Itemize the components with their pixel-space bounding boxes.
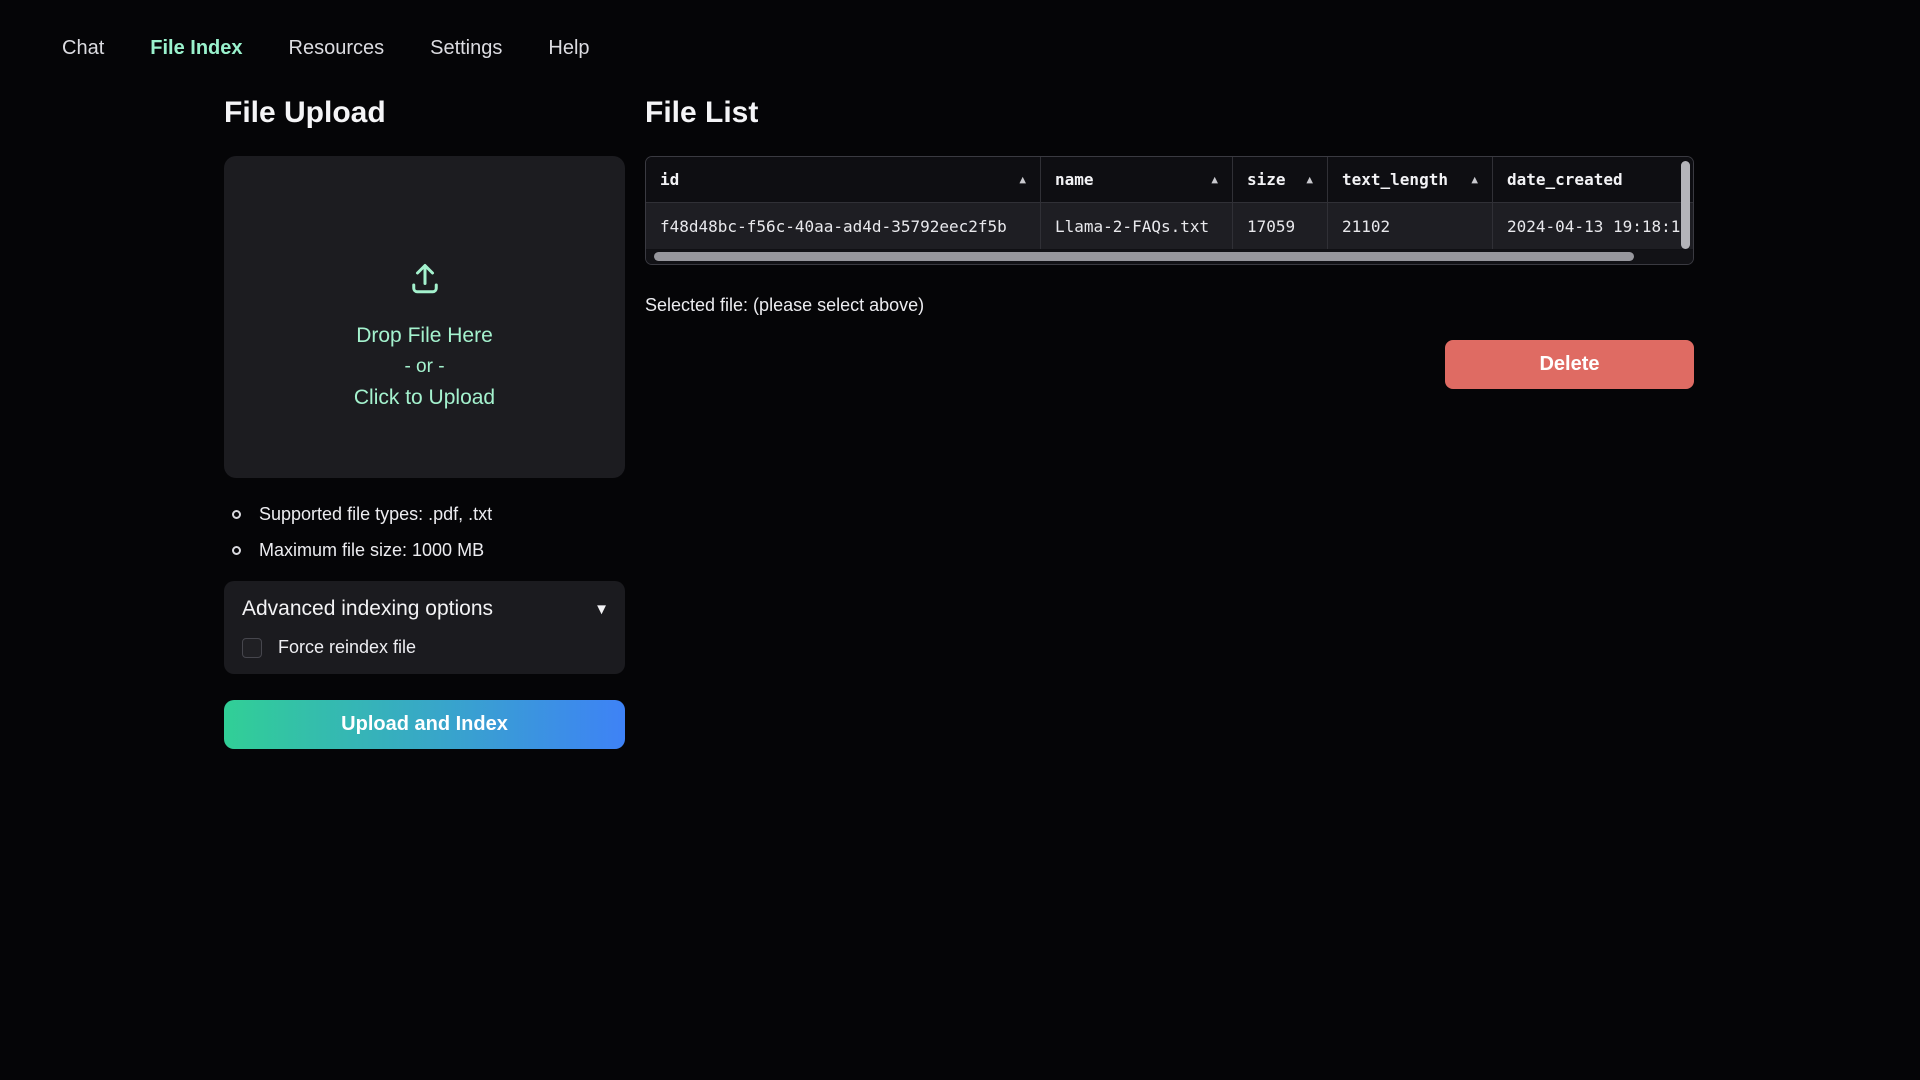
- sort-arrow-icon[interactable]: ▲: [1211, 173, 1218, 186]
- accordion-header[interactable]: Advanced indexing options ▼: [242, 597, 609, 621]
- note-supported-types: Supported file types: .pdf, .txt: [232, 504, 625, 525]
- delete-button[interactable]: Delete: [1445, 340, 1694, 389]
- upload-icon: [407, 261, 443, 302]
- column-header-id[interactable]: id ▲: [646, 157, 1041, 202]
- force-reindex-label: Force reindex file: [278, 637, 416, 658]
- column-label: size: [1247, 170, 1286, 189]
- column-header-size[interactable]: size ▲: [1233, 157, 1328, 202]
- dropzone-text-drop: Drop File Here: [356, 320, 493, 352]
- tab-file-index[interactable]: File Index: [150, 37, 242, 60]
- column-label: name: [1055, 170, 1094, 189]
- cell-date-created[interactable]: 2024-04-13 19:18:1: [1493, 203, 1693, 249]
- top-nav: Chat File Index Resources Settings Help: [0, 0, 1920, 70]
- advanced-options-accordion: Advanced indexing options ▼ Force reinde…: [224, 581, 625, 674]
- note-text: Maximum file size: 1000 MB: [259, 540, 484, 561]
- tab-help[interactable]: Help: [548, 37, 589, 60]
- cell-size[interactable]: 17059: [1233, 203, 1328, 249]
- column-header-date-created[interactable]: date_created: [1493, 157, 1693, 202]
- tab-resources[interactable]: Resources: [289, 37, 385, 60]
- tab-chat[interactable]: Chat: [62, 37, 104, 60]
- force-reindex-checkbox[interactable]: [242, 638, 262, 658]
- dropzone-text-or: - or -: [404, 352, 444, 382]
- column-label: date_created: [1507, 170, 1623, 189]
- note-max-size: Maximum file size: 1000 MB: [232, 540, 625, 561]
- file-upload-panel: File Upload Drop File Here - or - Click …: [224, 96, 625, 749]
- table-horizontal-scrollbar-track: [646, 250, 1693, 264]
- sort-arrow-icon[interactable]: ▲: [1306, 173, 1313, 186]
- cell-id[interactable]: f48d48bc-f56c-40aa-ad4d-35792eec2f5b: [646, 203, 1041, 249]
- upload-and-index-button[interactable]: Upload and Index: [224, 700, 625, 749]
- accordion-body: Force reindex file: [242, 637, 609, 658]
- column-header-text-length[interactable]: text_length ▲: [1328, 157, 1493, 202]
- file-list-panel: File List id ▲ name ▲ size ▲ text_length…: [645, 96, 1694, 389]
- selected-file-status: Selected file: (please select above): [645, 295, 1694, 316]
- file-upload-title: File Upload: [224, 96, 625, 130]
- cell-text-length[interactable]: 21102: [1328, 203, 1493, 249]
- note-text: Supported file types: .pdf, .txt: [259, 504, 492, 525]
- table-header-row: id ▲ name ▲ size ▲ text_length ▲ date_cr…: [646, 157, 1693, 202]
- file-list-title: File List: [645, 96, 1694, 130]
- dropzone-click-to-upload[interactable]: Click to Upload: [354, 382, 495, 414]
- table-horizontal-scrollbar[interactable]: [654, 252, 1634, 261]
- bullet-circle-icon: [232, 546, 241, 555]
- tab-settings[interactable]: Settings: [430, 37, 502, 60]
- table-vertical-scrollbar[interactable]: [1681, 161, 1690, 249]
- column-header-name[interactable]: name ▲: [1041, 157, 1233, 202]
- column-label: text_length: [1342, 170, 1448, 189]
- table-row[interactable]: f48d48bc-f56c-40aa-ad4d-35792eec2f5b Lla…: [646, 202, 1693, 249]
- cell-name[interactable]: Llama-2-FAQs.txt: [1041, 203, 1233, 249]
- file-table: id ▲ name ▲ size ▲ text_length ▲ date_cr…: [645, 156, 1694, 265]
- file-dropzone[interactable]: Drop File Here - or - Click to Upload: [224, 156, 625, 478]
- upload-notes: Supported file types: .pdf, .txt Maximum…: [232, 504, 625, 561]
- sort-arrow-icon[interactable]: ▲: [1471, 173, 1478, 186]
- column-label: id: [660, 170, 679, 189]
- sort-arrow-icon[interactable]: ▲: [1019, 173, 1026, 186]
- bullet-circle-icon: [232, 510, 241, 519]
- chevron-down-icon: ▼: [594, 601, 609, 618]
- delete-button-row: Delete: [645, 340, 1694, 389]
- accordion-title: Advanced indexing options: [242, 597, 493, 621]
